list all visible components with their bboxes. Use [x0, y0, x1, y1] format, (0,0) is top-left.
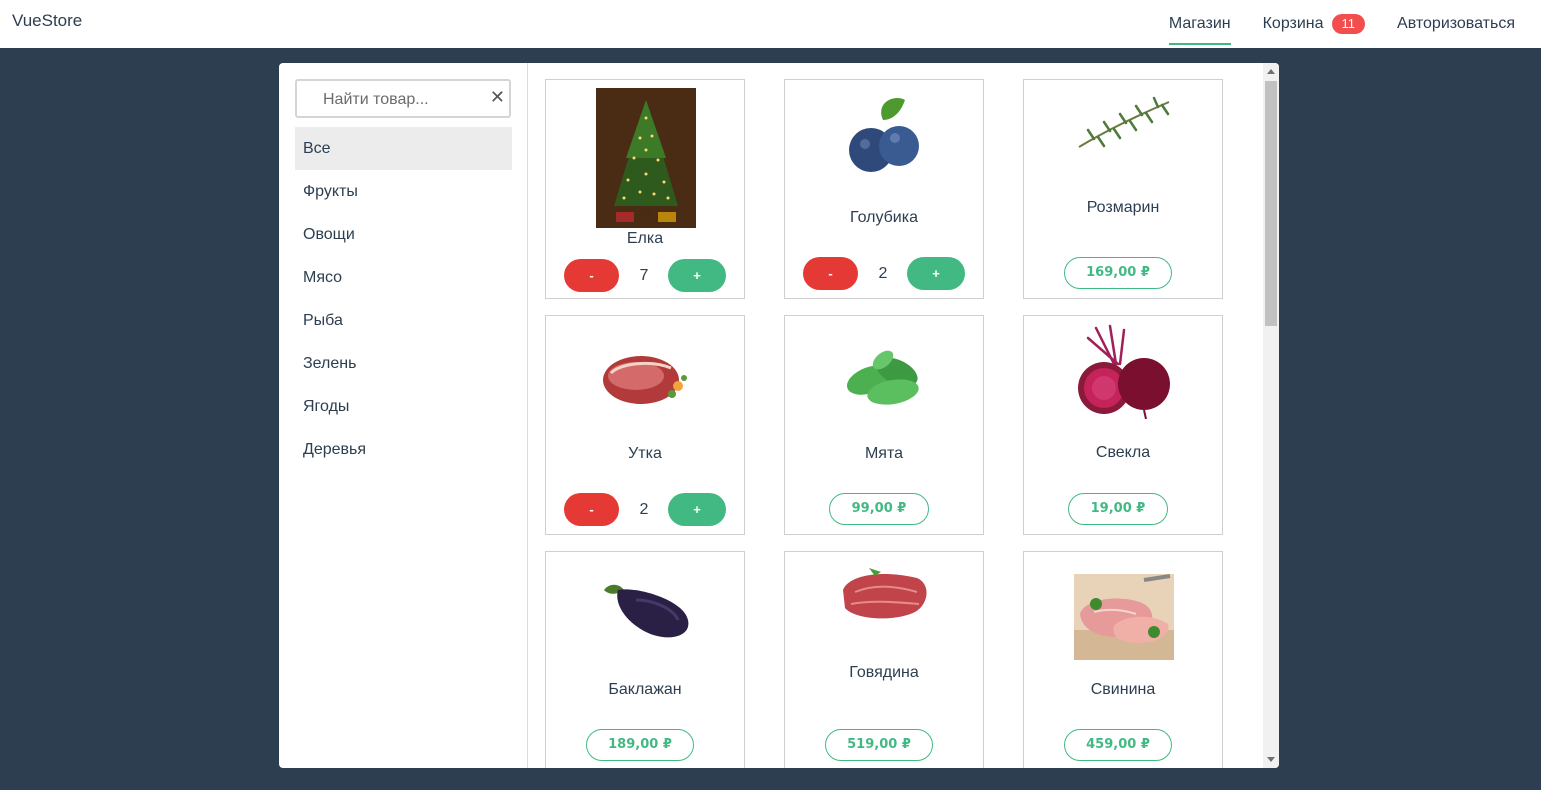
cart-count-badge: 11 — [1331, 14, 1366, 34]
product-name: Елка — [626, 230, 664, 247]
product-card: Баклажан 189,00 ₽ — [545, 551, 745, 768]
product-card: Свекла 19,00 ₽ — [1023, 315, 1223, 535]
blueberry-image — [849, 98, 919, 172]
search-input[interactable] — [321, 81, 485, 118]
category-item-berries[interactable]: Ягоды — [295, 385, 512, 428]
add-to-cart-price-button[interactable]: 169,00 ₽ — [1064, 257, 1172, 289]
product-name: Утка — [628, 445, 662, 462]
quantity-value: 7 — [639, 267, 649, 284]
product-card: Розмарин 169,00 ₽ — [1023, 79, 1223, 299]
add-to-cart-price-button[interactable]: 519,00 ₽ — [825, 729, 933, 761]
product-card: Голубика - 2 + — [784, 79, 984, 299]
nav-login-label: Авторизоваться — [1397, 15, 1515, 32]
product-card: Елка - 7 + — [545, 79, 745, 299]
christmas-tree-image — [596, 88, 696, 228]
eggplant-image — [604, 584, 689, 638]
increase-button[interactable]: + — [907, 257, 965, 290]
category-sidebar: ✕ Все Фрукты Овощи Мясо Рыба Зелень Ягод… — [279, 63, 528, 768]
product-card: Утка - 2 + — [545, 315, 745, 535]
product-name: Баклажан — [608, 681, 682, 698]
category-item-meat[interactable]: Мясо — [295, 256, 512, 299]
beef-image — [843, 568, 927, 619]
product-card: Свинина 459,00 ₽ — [1023, 551, 1223, 768]
quantity-value: 2 — [878, 265, 888, 282]
decrease-button[interactable]: - — [803, 257, 858, 290]
decrease-button[interactable]: - — [564, 259, 619, 292]
product-name: Розмарин — [1086, 199, 1160, 216]
quantity-stepper: - 7 + — [546, 259, 744, 292]
add-to-cart-price-button[interactable]: 189,00 ₽ — [586, 729, 694, 761]
product-name: Свинина — [1090, 681, 1156, 698]
brand-logo[interactable]: VueStore — [12, 11, 82, 31]
beet-image — [1078, 324, 1170, 419]
nav-shop-link[interactable]: Магазин — [1168, 15, 1231, 45]
category-item-greens[interactable]: Зелень — [295, 342, 512, 385]
mint-image — [847, 350, 919, 405]
category-item-fruits[interactable]: Фрукты — [295, 170, 512, 213]
search-box: ✕ — [295, 79, 511, 118]
product-card: Говядина 519,00 ₽ — [784, 551, 984, 768]
add-to-cart-price-button[interactable]: 459,00 ₽ — [1064, 729, 1172, 761]
category-item-all[interactable]: Все — [295, 127, 512, 170]
rosemary-image — [1078, 96, 1170, 148]
category-item-vegetables[interactable]: Овощи — [295, 213, 512, 256]
pork-image — [1074, 574, 1174, 660]
nav-shop-label: Магазин — [1168, 15, 1231, 32]
quantity-stepper: - 2 + — [785, 257, 983, 290]
main-nav: Магазин Корзина 11 Авторизоваться — [1137, 0, 1515, 48]
top-navbar: VueStore Магазин Корзина 11 Авторизовать… — [0, 0, 1541, 48]
add-to-cart-price-button[interactable]: 99,00 ₽ — [829, 493, 929, 525]
product-name: Свекла — [1095, 444, 1151, 461]
nav-cart-label: Корзина — [1262, 15, 1324, 32]
vertical-scrollbar[interactable] — [1263, 63, 1279, 768]
category-item-trees[interactable]: Деревья — [295, 428, 512, 471]
product-name: Голубика — [849, 209, 918, 226]
increase-button[interactable]: + — [668, 493, 726, 526]
quantity-stepper: - 2 + — [546, 493, 744, 526]
scroll-thumb[interactable] — [1265, 81, 1277, 326]
category-list: Все Фрукты Овощи Мясо Рыба Зелень Ягоды … — [295, 127, 512, 471]
decrease-button[interactable]: - — [564, 493, 619, 526]
increase-button[interactable]: + — [668, 259, 726, 292]
product-name: Мята — [864, 445, 904, 462]
quantity-value: 2 — [639, 501, 649, 518]
scroll-down-arrow-icon[interactable] — [1267, 757, 1275, 762]
store-panel: ✕ Все Фрукты Овощи Мясо Рыба Зелень Ягод… — [279, 63, 1279, 768]
product-card: Мята 99,00 ₽ — [784, 315, 984, 535]
clear-search-icon[interactable]: ✕ — [490, 87, 505, 108]
product-name: Говядина — [849, 664, 919, 681]
category-item-fish[interactable]: Рыба — [295, 299, 512, 342]
duck-meat-image — [603, 356, 687, 404]
nav-cart-link[interactable]: Корзина 11 — [1262, 14, 1366, 34]
scroll-up-arrow-icon[interactable] — [1267, 69, 1275, 74]
nav-login-link[interactable]: Авторизоваться — [1397, 15, 1515, 33]
add-to-cart-price-button[interactable]: 19,00 ₽ — [1068, 493, 1168, 525]
